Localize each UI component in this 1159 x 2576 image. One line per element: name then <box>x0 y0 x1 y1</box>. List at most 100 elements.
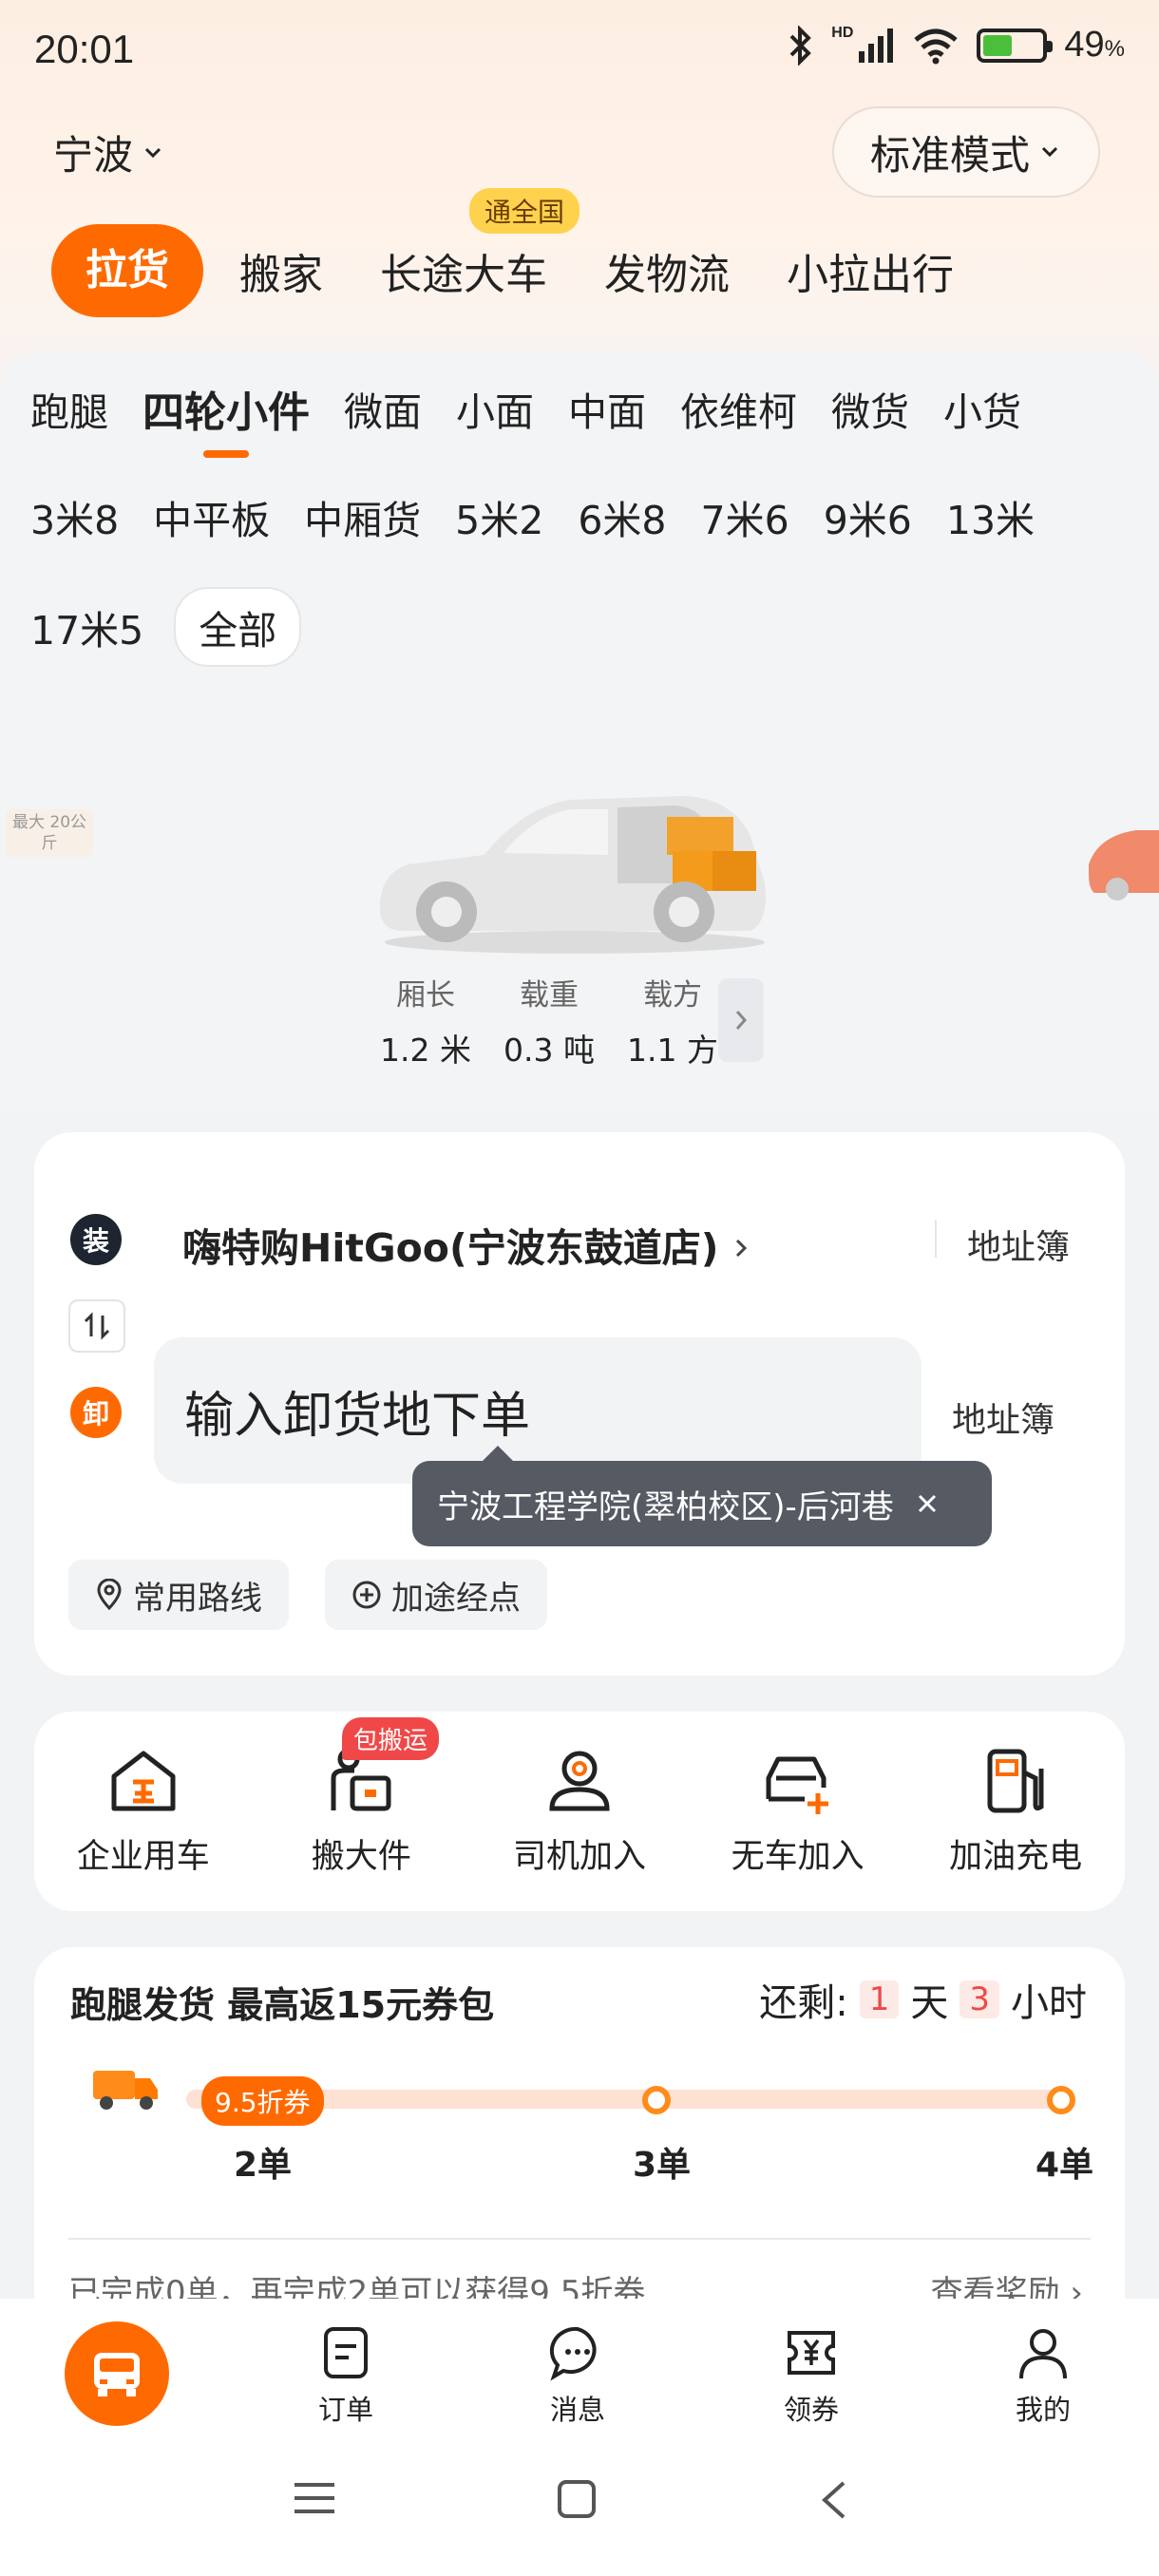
vehicle-option[interactable]: 3米8 <box>30 488 119 545</box>
tab-moving[interactable]: 搬家 <box>239 240 323 301</box>
promo-countdown: 还剩: 1 天 3 小时 <box>759 1972 1087 2027</box>
vehicle-option[interactable]: 13米 <box>946 488 1035 545</box>
vehicle-all-button[interactable]: 全部 <box>174 587 302 667</box>
order-list-icon <box>324 2327 368 2378</box>
nav-coupons[interactable]: 领券 <box>754 2323 868 2428</box>
vehicle-option[interactable]: 中平板 <box>153 488 270 545</box>
close-icon[interactable] <box>915 1491 940 1516</box>
promo-title: 跑腿发货 最高返15元券包 <box>70 1984 495 2026</box>
shortcut-driver-join[interactable]: 司机加入 <box>484 1744 674 1911</box>
vehicle-illustration <box>379 796 766 954</box>
next-vehicle-preview[interactable] <box>1089 817 1159 902</box>
countdown-prefix: 还剩: <box>759 1981 848 2025</box>
divider <box>935 1220 937 1258</box>
spec-value-length: 1.2 米 <box>380 1032 471 1069</box>
shortcut-enterprise[interactable]: 企业用车 <box>48 1744 238 1911</box>
chevron-right-icon <box>735 1239 747 1258</box>
vehicle-option[interactable]: 小货 <box>943 380 1021 437</box>
vehicle-option[interactable]: 依维柯 <box>680 380 797 437</box>
status-time: 20:01 <box>34 27 135 71</box>
spec-label-length: 厢长 <box>395 978 455 1013</box>
vehicle-option[interactable]: 小面 <box>456 380 534 437</box>
chevron-down-icon <box>1041 146 1058 158</box>
shortcut-bar: 企业用车 搬大件 司机加入 无车加入 加油充电 <box>34 1712 1125 1911</box>
vehicle-option-selected[interactable]: 四轮小件 <box>142 378 310 458</box>
mode-selector[interactable]: 标准模式 <box>832 106 1100 198</box>
unload-address-book[interactable]: 地址簿 <box>952 1392 1054 1442</box>
home-icon[interactable] <box>557 2479 597 2519</box>
tab-freight[interactable]: 拉货 <box>51 224 203 317</box>
shortcut-no-car-join[interactable]: 无车加入 <box>703 1744 893 1911</box>
address-suggestion-tooltip[interactable]: 宁波工程学院(翠柏校区)-后河巷 <box>412 1446 992 1546</box>
coupon-badge: 9.5折券 <box>201 2076 324 2126</box>
city-selector[interactable]: 宁波 <box>53 123 165 181</box>
service-tabs: 拉货 搬家 长途大车 发物流 小拉出行 <box>51 224 1011 317</box>
menu-icon[interactable] <box>293 2479 336 2517</box>
add-waypoint-button[interactable]: 加途经点 <box>325 1560 547 1630</box>
load-address[interactable]: 嗨特购HitGoo(宁波东鼓道店) <box>182 1216 751 1273</box>
add-waypoint-label: 加途经点 <box>391 1579 521 1618</box>
shortcut-label: 司机加入 <box>512 1838 646 1876</box>
nav-label: 我的 <box>1015 2394 1071 2426</box>
percent-sign: % <box>1104 36 1125 62</box>
status-icons: HD 49% <box>786 25 1125 66</box>
hd-label: HD <box>831 25 854 41</box>
vehicle-option[interactable]: 6米8 <box>578 488 666 545</box>
chevron-right-icon <box>735 1011 748 1030</box>
shortcut-fuel-charge[interactable]: 加油充电 <box>921 1744 1111 1911</box>
vehicle-option[interactable]: 微面 <box>344 380 422 437</box>
progress-dot <box>642 2086 671 2114</box>
countdown-days: 1 <box>859 1980 900 2018</box>
vehicle-option[interactable]: 中面 <box>568 380 646 437</box>
tab-long-haul[interactable]: 长途大车 <box>380 240 547 301</box>
countdown-hours: 3 <box>960 1980 999 2018</box>
driver-icon <box>549 1751 610 1811</box>
vehicle-option[interactable]: 7米6 <box>701 488 789 545</box>
signal-icon <box>859 28 894 63</box>
shortcut-label: 加油充电 <box>949 1838 1083 1876</box>
fuel-pump-icon <box>987 1749 1044 1813</box>
battery-percent: 49 <box>1064 25 1105 65</box>
load-address-book[interactable]: 地址簿 <box>967 1220 1070 1269</box>
spec-detail-button[interactable] <box>718 978 764 1062</box>
step-label: 2单 <box>234 2146 293 2185</box>
vehicle-option[interactable]: 17米5 <box>30 598 143 655</box>
spec-label-volume: 载方 <box>642 978 702 1013</box>
tab-logistics[interactable]: 发物流 <box>604 240 730 301</box>
back-icon[interactable] <box>819 2479 847 2521</box>
vehicle-option[interactable]: 9米6 <box>824 488 912 545</box>
coupon-icon <box>788 2331 835 2375</box>
tab-ride[interactable]: 小拉出行 <box>787 240 954 301</box>
shortcut-label: 无车加入 <box>731 1838 864 1876</box>
nav-orders[interactable]: 订单 <box>289 2323 403 2428</box>
home-freight-button[interactable] <box>65 2321 169 2426</box>
prev-vehicle-tag[interactable]: 最大 20公斤 <box>6 809 93 857</box>
vehicle-option[interactable]: 5米2 <box>455 488 543 545</box>
mode-label: 标准模式 <box>869 131 1030 179</box>
vehicle-option[interactable]: 跑腿 <box>30 380 108 437</box>
load-marker: 装 <box>70 1214 122 1265</box>
vehicle-row-1: 跑腿 四轮小件 微面 小面 中面 依维柯 微货 小货 <box>30 378 1055 458</box>
moving-service-badge: 包搬运 <box>342 1717 440 1760</box>
spec-value-weight: 0.3 吨 <box>503 1032 595 1069</box>
common-route-button[interactable]: 常用路线 <box>68 1560 289 1630</box>
vehicle-option[interactable]: 微货 <box>831 380 909 437</box>
suggestion-text: 宁波工程学院(翠柏校区)-后河巷 <box>437 1487 894 1526</box>
chevron-down-icon <box>144 147 162 158</box>
nav-label: 消息 <box>549 2394 605 2426</box>
nav-profile[interactable]: 我的 <box>986 2323 1100 2428</box>
city-label: 宁波 <box>53 132 134 179</box>
location-pin-icon <box>97 1579 122 1611</box>
add-circle-icon <box>352 1581 381 1609</box>
vehicle-option[interactable]: 中厢货 <box>304 488 421 545</box>
swap-icon <box>84 1312 110 1340</box>
step-label: 4单 <box>1036 2146 1094 2185</box>
nav-messages[interactable]: 消息 <box>521 2323 635 2428</box>
spec-label-weight: 载重 <box>519 978 579 1013</box>
shortcut-large-items[interactable]: 搬大件 <box>266 1744 456 1911</box>
user-icon <box>1019 2329 1067 2379</box>
enterprise-icon <box>111 1751 176 1811</box>
progress-dot <box>1047 2086 1075 2114</box>
spec-value-volume: 1.1 方 <box>626 1032 718 1069</box>
swap-button[interactable] <box>68 1299 125 1353</box>
